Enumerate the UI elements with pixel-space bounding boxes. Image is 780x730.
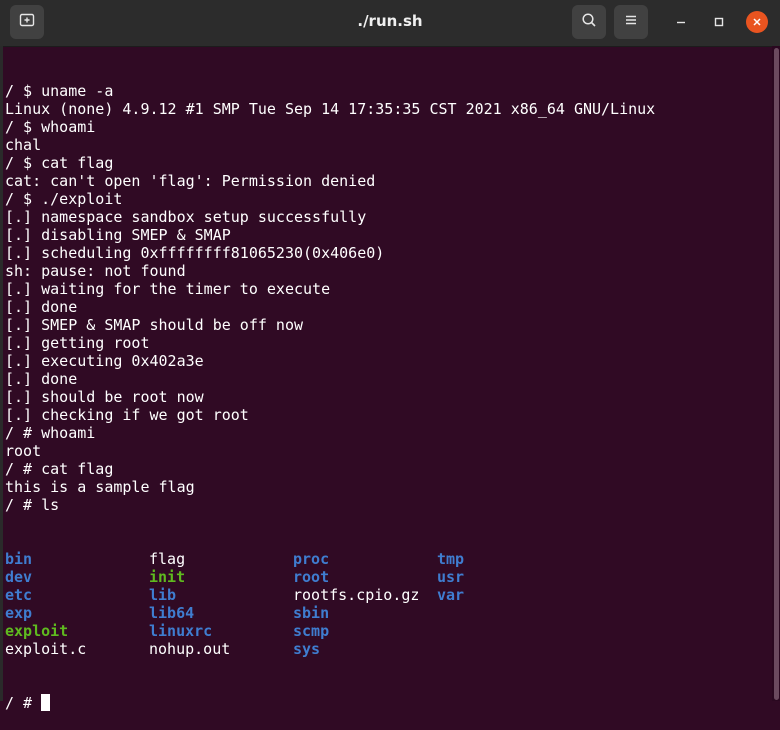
terminal-output[interactable]: / $ uname -a Linux (none) 4.9.12 #1 SMP T… xyxy=(5,46,772,712)
terminal-line: sh: pause: not found xyxy=(5,262,186,280)
terminal-line: this is a sample flag xyxy=(5,478,195,496)
terminal-line: / # cat flag xyxy=(5,460,114,478)
close-icon xyxy=(751,13,763,32)
terminal-line: / $ ./exploit xyxy=(5,190,123,208)
terminal-line: [.] scheduling 0xffffffff81065230(0x406e… xyxy=(5,244,385,262)
ls-entry-file: exploit.c xyxy=(5,640,87,658)
search-button[interactable] xyxy=(572,5,606,39)
terminal-line: cat: can't open 'flag': Permission denie… xyxy=(5,172,376,190)
terminal-line: / # whoami xyxy=(5,424,96,442)
ls-entry-dir: lib64 xyxy=(149,604,195,622)
terminal-line: [.] should be root now xyxy=(5,388,204,406)
minimize-icon xyxy=(675,13,687,32)
window-edge xyxy=(0,46,3,701)
terminal-line: [.] getting root xyxy=(5,334,150,352)
ls-entry-dir: dev xyxy=(5,568,33,586)
ls-row: etc lib rootfs.cpio.gz var xyxy=(5,586,772,604)
ls-entry-exec: exploit xyxy=(5,622,69,640)
ls-entry-dir: proc xyxy=(293,550,330,568)
terminal-line: [.] executing 0x402a3e xyxy=(5,352,204,370)
menu-button[interactable] xyxy=(614,5,648,39)
ls-entry-exec: init xyxy=(149,568,186,586)
search-icon xyxy=(581,12,597,32)
terminal-line: chal xyxy=(5,136,42,154)
ls-entry-dir: tmp xyxy=(437,550,465,568)
current-prompt-line: / # xyxy=(5,694,772,712)
terminal-line: / $ uname -a xyxy=(5,82,114,100)
scrollbar-thumb[interactable] xyxy=(774,48,779,700)
ls-listing: bin flag proc tmp dev init root usr etc lib rootfs… xyxy=(5,550,772,658)
terminal-line: [.] done xyxy=(5,370,78,388)
ls-row: exploit linuxrc scmp xyxy=(5,622,772,640)
terminal-line: root xyxy=(5,442,42,460)
maximize-button[interactable] xyxy=(708,11,730,33)
ls-entry-dir: usr xyxy=(437,568,465,586)
terminal-line: [.] checking if we got root xyxy=(5,406,249,424)
ls-entry-file: nohup.out xyxy=(149,640,231,658)
title-bar: ./run.sh xyxy=(0,0,780,47)
terminal-line: [.] SMEP & SMAP should be off now xyxy=(5,316,304,334)
ls-entry-dir: etc xyxy=(5,586,33,604)
terminal-line: [.] namespace sandbox setup successfully xyxy=(5,208,367,226)
prompt: / # xyxy=(5,694,42,712)
text-cursor xyxy=(41,694,51,711)
ls-entry-dir: scmp xyxy=(293,622,330,640)
ls-entry-dir: lib xyxy=(149,586,177,604)
terminal-line: [.] waiting for the timer to execute xyxy=(5,280,331,298)
terminal-line: Linux (none) 4.9.12 #1 SMP Tue Sep 14 17… xyxy=(5,100,656,118)
ls-entry-dir: sbin xyxy=(293,604,330,622)
ls-entry-dir: bin xyxy=(5,550,33,568)
minimize-button[interactable] xyxy=(670,11,692,33)
ls-entry-dir: var xyxy=(437,586,465,604)
ls-row: exploit.c nohup.out sys xyxy=(5,640,772,658)
terminal-line: / # ls xyxy=(5,496,60,514)
output-lines: / $ uname -a Linux (none) 4.9.12 #1 SMP T… xyxy=(5,82,772,514)
hamburger-menu-icon xyxy=(623,12,639,32)
maximize-icon xyxy=(713,13,725,32)
ls-row: bin flag proc tmp xyxy=(5,550,772,568)
terminal-line: [.] disabling SMEP & SMAP xyxy=(5,226,231,244)
ls-row: exp lib64 sbin xyxy=(5,604,772,622)
close-button[interactable] xyxy=(746,11,768,33)
ls-entry-dir: linuxrc xyxy=(149,622,213,640)
terminal-line: / $ cat flag xyxy=(5,154,114,172)
ls-entry-file: rootfs.cpio.gz xyxy=(293,586,420,604)
ls-entry-dir: sys xyxy=(293,640,321,658)
terminal-line: [.] done xyxy=(5,298,78,316)
ls-entry-dir: exp xyxy=(5,604,33,622)
window-title: ./run.sh xyxy=(357,12,423,30)
ls-entry-dir: root xyxy=(293,568,330,586)
terminal-line: / $ whoami xyxy=(5,118,96,136)
ls-entry-file: flag xyxy=(149,550,186,568)
ls-row: dev init root usr xyxy=(5,568,772,586)
